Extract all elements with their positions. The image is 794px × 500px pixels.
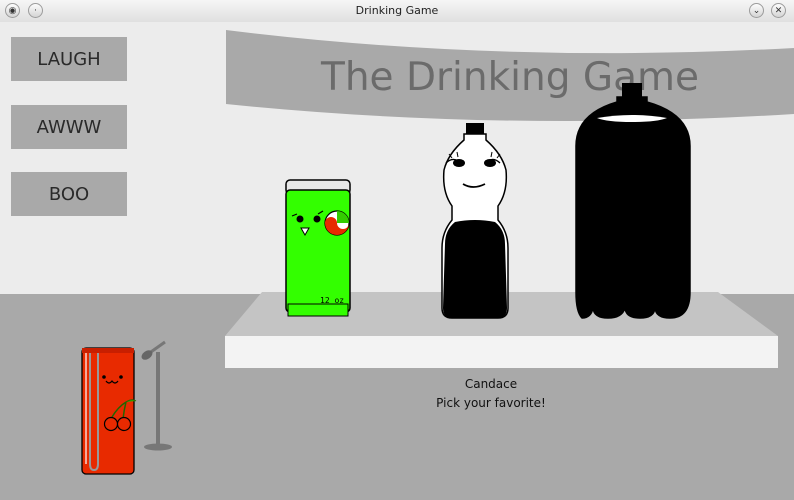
dialog-line: Pick your favorite! [436,396,546,410]
stage-graphics: The Drinking Game 12 oz [81,30,794,475]
soda-can: 12 oz [285,179,351,317]
medium-bottle [441,123,509,319]
speaker-name: Candace [464,377,518,391]
banner-title: The Drinking Game [320,55,699,100]
game-scene: The Drinking Game 12 oz LAUGH AWWW BOO C… [0,22,794,500]
juice-box [81,347,137,475]
awww-button[interactable]: AWWW [11,105,127,149]
stage-front [225,336,778,368]
close-icon[interactable]: ✕ [771,3,786,18]
chevron-down-icon[interactable]: ⌄ [749,3,764,18]
laugh-button[interactable]: LAUGH [11,37,127,81]
large-bottle [575,83,691,319]
boo-button[interactable]: BOO [11,172,127,216]
can-size-label: 12 oz [320,296,344,305]
microphone-icon [141,340,172,451]
window-titlebar: ◉ · Drinking Game ⌄ ✕ [0,0,794,23]
window-title: Drinking Game [355,4,439,17]
